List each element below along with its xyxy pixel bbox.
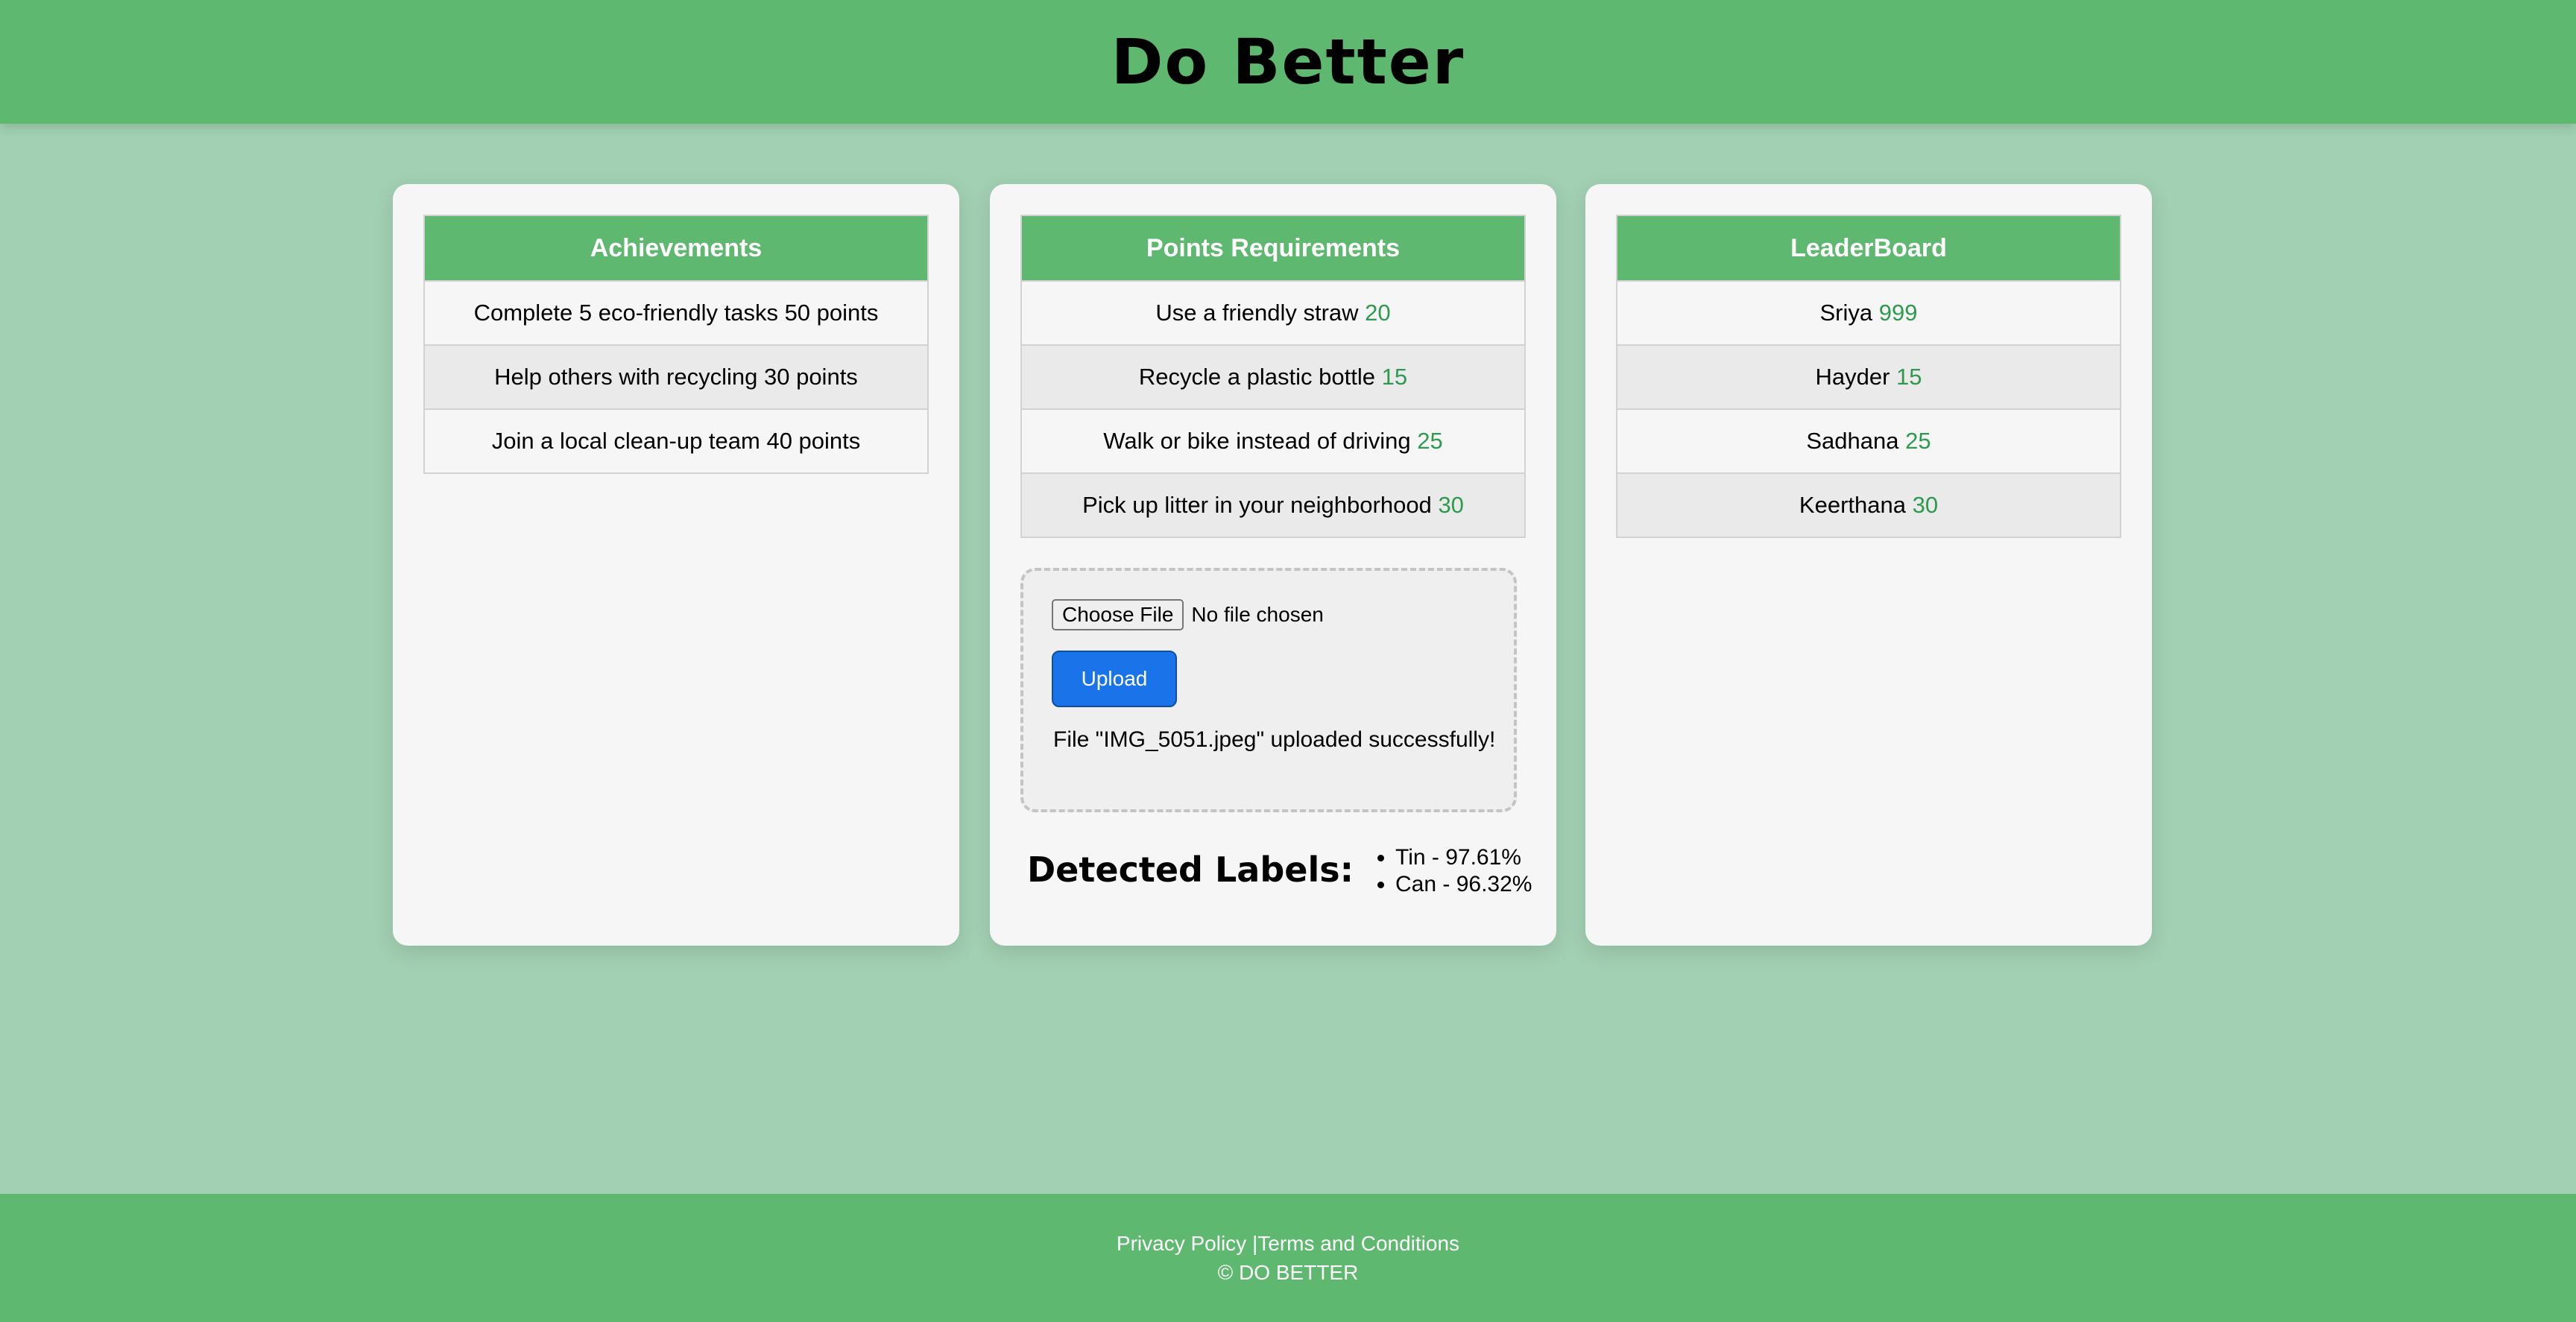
table-row: Help others with recycling 30 points <box>423 344 929 410</box>
leaderboard-entry: Hayder 15 <box>1616 344 2121 410</box>
table-row: Complete 5 eco-friendly tasks 50 points <box>423 280 929 346</box>
terms-link[interactable]: Terms and Conditions <box>1257 1232 1459 1255</box>
site-header: Do Better <box>0 0 2576 124</box>
site-title: Do Better <box>1111 25 1465 98</box>
leaderboard-header: LeaderBoard <box>1616 215 2121 282</box>
leaderboard-entry: Sadhana 25 <box>1616 408 2121 474</box>
table-row: Sadhana 25 <box>1616 408 2121 474</box>
points-item: Pick up litter in your neighborhood 30 <box>1020 472 1526 538</box>
table-row: Use a friendly straw 20 <box>1020 280 1526 346</box>
achievement-item: Join a local clean-up team 40 points <box>423 408 929 474</box>
table-row: Sriya 999 <box>1616 280 2121 346</box>
player-points: 30 <box>1912 492 1939 518</box>
task-label: Pick up litter in your neighborhood <box>1082 492 1432 518</box>
leaderboard-table: LeaderBoard Sriya 999 Hayder 15 Sadhana … <box>1616 215 2121 538</box>
copyright-text: © DO BETTER <box>1217 1261 1359 1284</box>
player-name: Hayder <box>1815 364 1890 390</box>
achievements-card: Achievements Complete 5 eco-friendly tas… <box>393 184 959 946</box>
upload-area: Choose File No file chosen Upload File "… <box>1020 568 1517 812</box>
player-name: Sadhana <box>1806 428 1899 454</box>
task-points: 25 <box>1417 428 1443 454</box>
points-requirements-card: Points Requirements Use a friendly straw… <box>990 184 1556 946</box>
task-points: 30 <box>1438 492 1464 518</box>
task-points: 20 <box>1365 300 1391 326</box>
achievement-item: Complete 5 eco-friendly tasks 50 points <box>423 280 929 346</box>
achievement-item: Help others with recycling 30 points <box>423 344 929 410</box>
achievements-header: Achievements <box>423 215 929 282</box>
detected-labels-list: Tin - 97.61% Can - 96.32% <box>1371 840 1532 898</box>
detected-labels-title: Detected Labels: <box>1027 850 1354 890</box>
upload-success-message: File "IMG_5051.jpeg" uploaded successful… <box>1053 727 1496 752</box>
player-points: 25 <box>1905 428 1931 454</box>
choose-file-button[interactable]: Choose File <box>1052 599 1184 630</box>
site-footer: Privacy Policy |Terms and Conditions © D… <box>0 1194 2576 1322</box>
player-name: Sriya <box>1819 300 1873 326</box>
points-item: Use a friendly straw 20 <box>1020 280 1526 346</box>
task-label: Walk or bike instead of driving <box>1103 428 1411 454</box>
player-points: 999 <box>1878 300 1918 326</box>
player-name: Keerthana <box>1799 492 1906 518</box>
table-row: Hayder 15 <box>1616 344 2121 410</box>
leaderboard-card: LeaderBoard Sriya 999 Hayder 15 Sadhana … <box>1585 184 2152 946</box>
points-item: Walk or bike instead of driving 25 <box>1020 408 1526 474</box>
points-item: Recycle a plastic bottle 15 <box>1020 344 1526 410</box>
task-label: Recycle a plastic bottle <box>1138 364 1375 390</box>
leaderboard-entry: Keerthana 30 <box>1616 472 2121 538</box>
leaderboard-entry: Sriya 999 <box>1616 280 2121 346</box>
detected-labels-section: Detected Labels: Tin - 97.61% Can - 96.3… <box>1027 840 1532 899</box>
list-item: Can - 96.32% <box>1395 871 1532 898</box>
points-requirements-table: Points Requirements Use a friendly straw… <box>1020 215 1526 538</box>
footer-links: Privacy Policy |Terms and Conditions <box>0 1230 2576 1258</box>
file-input[interactable]: Choose File No file chosen <box>1052 599 1324 630</box>
player-points: 15 <box>1896 364 1922 390</box>
table-row: Recycle a plastic bottle 15 <box>1020 344 1526 410</box>
task-points: 15 <box>1381 364 1408 390</box>
privacy-policy-link[interactable]: Privacy Policy <box>1117 1232 1246 1255</box>
upload-button[interactable]: Upload <box>1052 651 1177 707</box>
file-status-text: No file chosen <box>1191 603 1324 626</box>
points-requirements-header: Points Requirements <box>1020 215 1526 282</box>
task-label: Use a friendly straw <box>1155 300 1359 326</box>
table-row: Join a local clean-up team 40 points <box>423 408 929 474</box>
table-row: Keerthana 30 <box>1616 472 2121 538</box>
achievements-table: Achievements Complete 5 eco-friendly tas… <box>423 215 929 474</box>
table-row: Pick up litter in your neighborhood 30 <box>1020 472 1526 538</box>
table-row: Walk or bike instead of driving 25 <box>1020 408 1526 474</box>
list-item: Tin - 97.61% <box>1395 844 1532 871</box>
